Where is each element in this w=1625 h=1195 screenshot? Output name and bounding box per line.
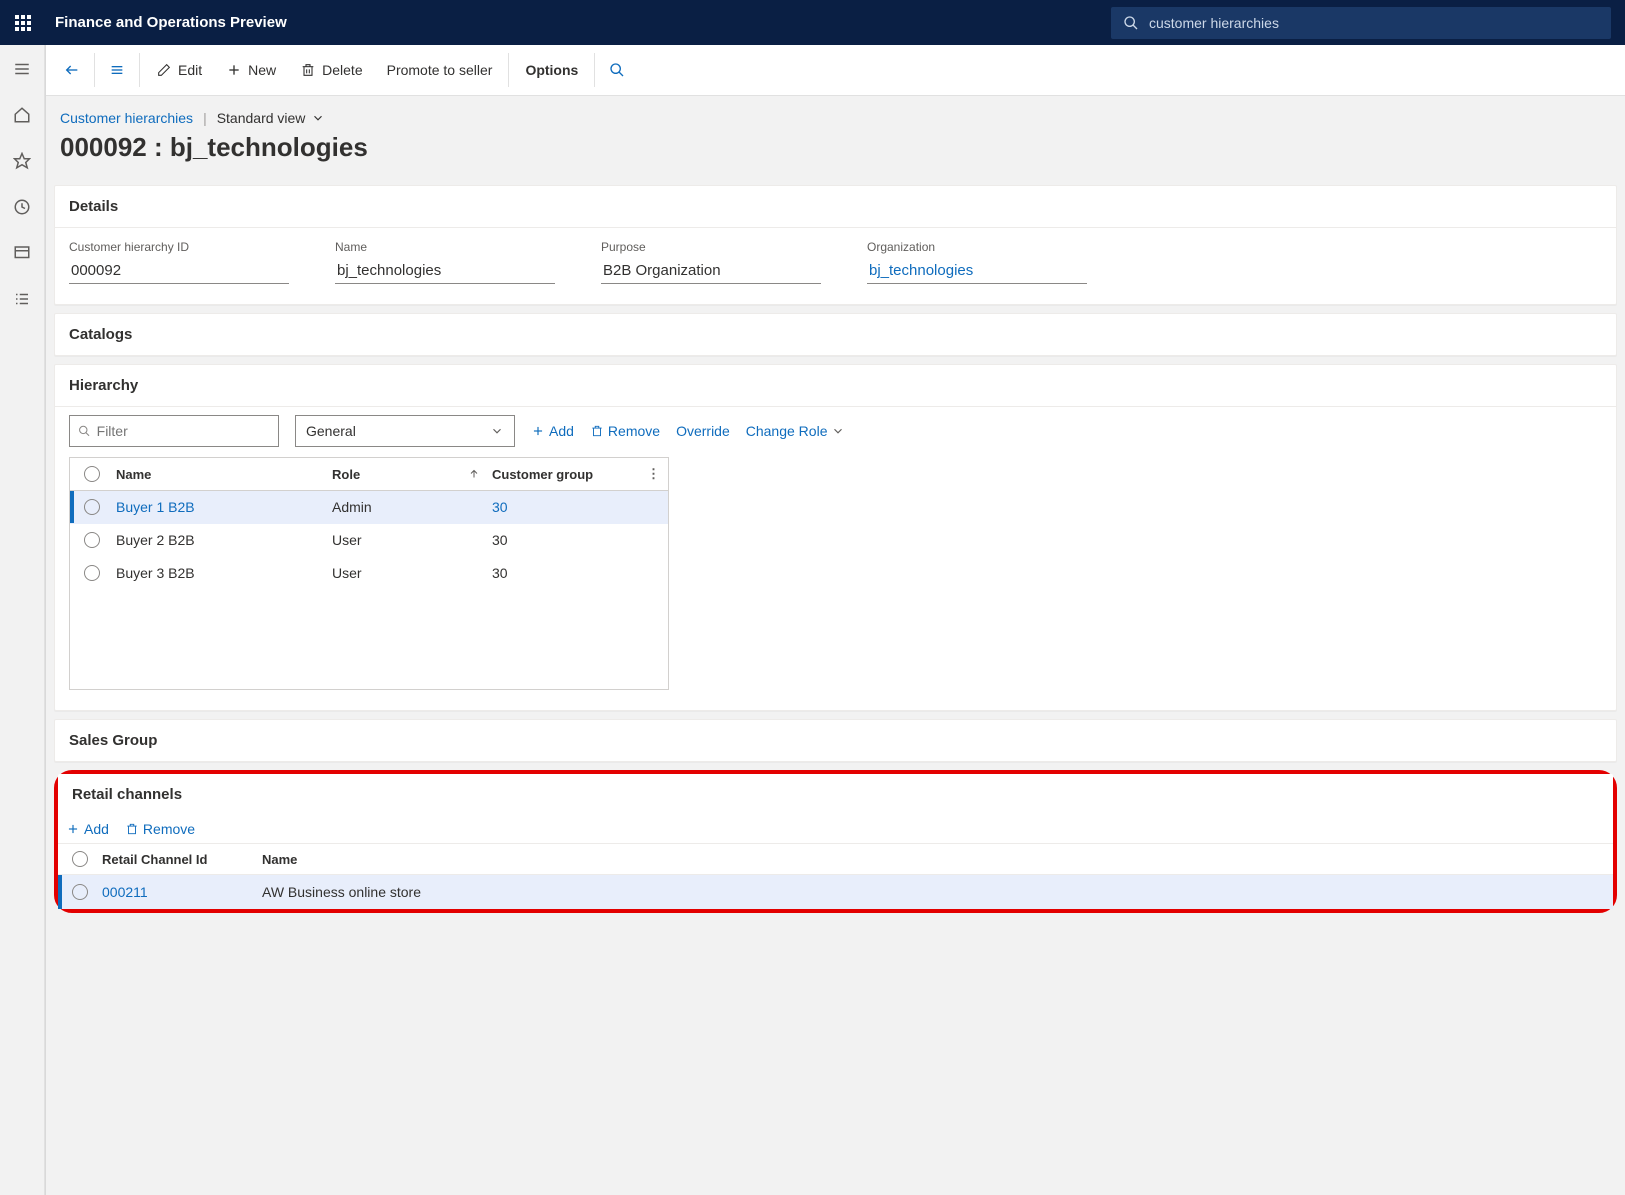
salesgroup-section: Sales Group	[54, 719, 1617, 762]
cell-role: User	[332, 532, 492, 548]
chevron-down-icon	[831, 424, 845, 438]
hierarchy-header[interactable]: Hierarchy	[55, 365, 1616, 406]
search-icon	[78, 424, 91, 438]
chevron-down-icon	[490, 424, 504, 438]
app-launcher-icon[interactable]	[0, 0, 45, 45]
retail-name-cell: AW Business online store	[262, 884, 1613, 900]
trash-icon	[125, 822, 139, 836]
retail-grid-header: Retail Channel Id Name	[58, 843, 1613, 875]
list-view-button[interactable]	[101, 52, 133, 88]
home-icon[interactable]	[10, 103, 34, 127]
org-label: Organization	[867, 240, 1087, 254]
list-icon	[109, 62, 125, 78]
retail-col-id[interactable]: Retail Channel Id	[102, 852, 262, 867]
promote-button[interactable]: Promote to seller	[377, 52, 503, 88]
row-radio[interactable]	[84, 532, 100, 548]
details-section: Details Customer hierarchy ID Name Purpo…	[54, 185, 1617, 305]
favorites-icon[interactable]	[10, 149, 34, 173]
modules-icon[interactable]	[10, 287, 34, 311]
plus-icon	[226, 62, 242, 78]
col-name-header[interactable]: Name	[114, 467, 332, 482]
row-radio[interactable]	[72, 884, 88, 900]
retail-col-name[interactable]: Name	[262, 852, 1613, 867]
left-nav-rail	[0, 45, 45, 1195]
hierarchy-changerole-button[interactable]: Change Role	[746, 423, 846, 439]
purpose-input[interactable]	[601, 260, 821, 284]
retail-add-button[interactable]: Add	[66, 821, 109, 837]
chevron-down-icon	[311, 111, 325, 125]
purpose-label: Purpose	[601, 240, 821, 254]
catalogs-header[interactable]: Catalogs	[55, 314, 1616, 355]
page-header: Customer hierarchies | Standard view 000…	[46, 96, 1625, 185]
cell-group: 30	[492, 499, 668, 515]
id-input[interactable]	[69, 260, 289, 284]
delete-button[interactable]: Delete	[290, 52, 372, 88]
details-header[interactable]: Details	[55, 186, 1616, 227]
edit-icon	[156, 62, 172, 78]
col-group-header[interactable]: Customer group	[492, 467, 668, 482]
hierarchy-override-button[interactable]: Override	[676, 423, 730, 439]
global-search[interactable]: customer hierarchies	[1111, 7, 1611, 39]
breadcrumb-separator: |	[203, 110, 207, 126]
catalogs-section: Catalogs	[54, 313, 1617, 356]
cell-name: Buyer 2 B2B	[114, 532, 332, 548]
org-link[interactable]: bj_technologies	[867, 260, 1087, 284]
cell-group: 30	[492, 565, 668, 581]
row-radio[interactable]	[84, 565, 100, 581]
new-button[interactable]: New	[216, 52, 286, 88]
table-row[interactable]: Buyer 2 B2BUser30	[70, 524, 668, 557]
hierarchy-grid-header: Name Role Customer group ⋮	[70, 458, 668, 491]
filter-input[interactable]	[97, 423, 270, 439]
cell-role: User	[332, 565, 492, 581]
edit-button[interactable]: Edit	[146, 52, 212, 88]
action-bar: Edit New Delete Promote to seller Option…	[46, 45, 1625, 96]
hierarchy-add-button[interactable]: Add	[531, 423, 574, 439]
col-role-header[interactable]: Role	[332, 467, 492, 482]
hierarchy-remove-button[interactable]: Remove	[590, 423, 660, 439]
cell-group: 30	[492, 532, 668, 548]
select-all-radio[interactable]	[84, 466, 100, 482]
row-radio[interactable]	[84, 499, 100, 515]
grid-more-icon[interactable]: ⋮	[647, 466, 660, 482]
hierarchy-view-dropdown[interactable]: General	[295, 415, 515, 447]
hierarchy-section: Hierarchy General Add	[54, 364, 1617, 711]
plus-icon	[531, 424, 545, 438]
back-arrow-icon	[64, 62, 80, 78]
plus-icon	[66, 822, 80, 836]
search-icon	[609, 62, 625, 78]
retail-header[interactable]: Retail channels	[58, 774, 1613, 815]
retail-highlight: Retail channels Add Remove Retail Channe…	[54, 770, 1617, 913]
recent-icon[interactable]	[10, 195, 34, 219]
salesgroup-header[interactable]: Sales Group	[55, 720, 1616, 761]
retail-remove-button[interactable]: Remove	[125, 821, 195, 837]
table-row[interactable]: Buyer 3 B2BUser30	[70, 557, 668, 590]
search-text: customer hierarchies	[1149, 15, 1279, 31]
top-header: Finance and Operations Preview customer …	[0, 0, 1625, 45]
back-button[interactable]	[56, 52, 88, 88]
workspaces-icon[interactable]	[10, 241, 34, 265]
breadcrumb-link[interactable]: Customer hierarchies	[60, 110, 193, 126]
trash-icon	[590, 424, 604, 438]
cell-role: Admin	[332, 499, 492, 515]
page-search-button[interactable]	[601, 52, 633, 88]
retail-id-cell[interactable]: 000211	[102, 884, 262, 900]
table-row[interactable]: Buyer 1 B2BAdmin30	[70, 491, 668, 524]
menu-icon[interactable]	[10, 57, 34, 81]
retail-row[interactable]: 000211AW Business online store	[58, 875, 1613, 909]
app-title: Finance and Operations Preview	[55, 14, 287, 31]
filter-input-wrapper[interactable]	[69, 415, 279, 447]
retail-select-all-radio[interactable]	[72, 851, 88, 867]
name-input[interactable]	[335, 260, 555, 284]
options-button[interactable]: Options	[515, 52, 588, 88]
id-label: Customer hierarchy ID	[69, 240, 289, 254]
cell-name: Buyer 1 B2B	[114, 499, 332, 515]
trash-icon	[300, 62, 316, 78]
page-title: 000092 : bj_technologies	[60, 132, 1611, 163]
search-icon	[1123, 15, 1139, 31]
name-label: Name	[335, 240, 555, 254]
sort-asc-icon	[468, 468, 480, 480]
cell-name: Buyer 3 B2B	[114, 565, 332, 581]
view-selector[interactable]: Standard view	[217, 110, 326, 126]
